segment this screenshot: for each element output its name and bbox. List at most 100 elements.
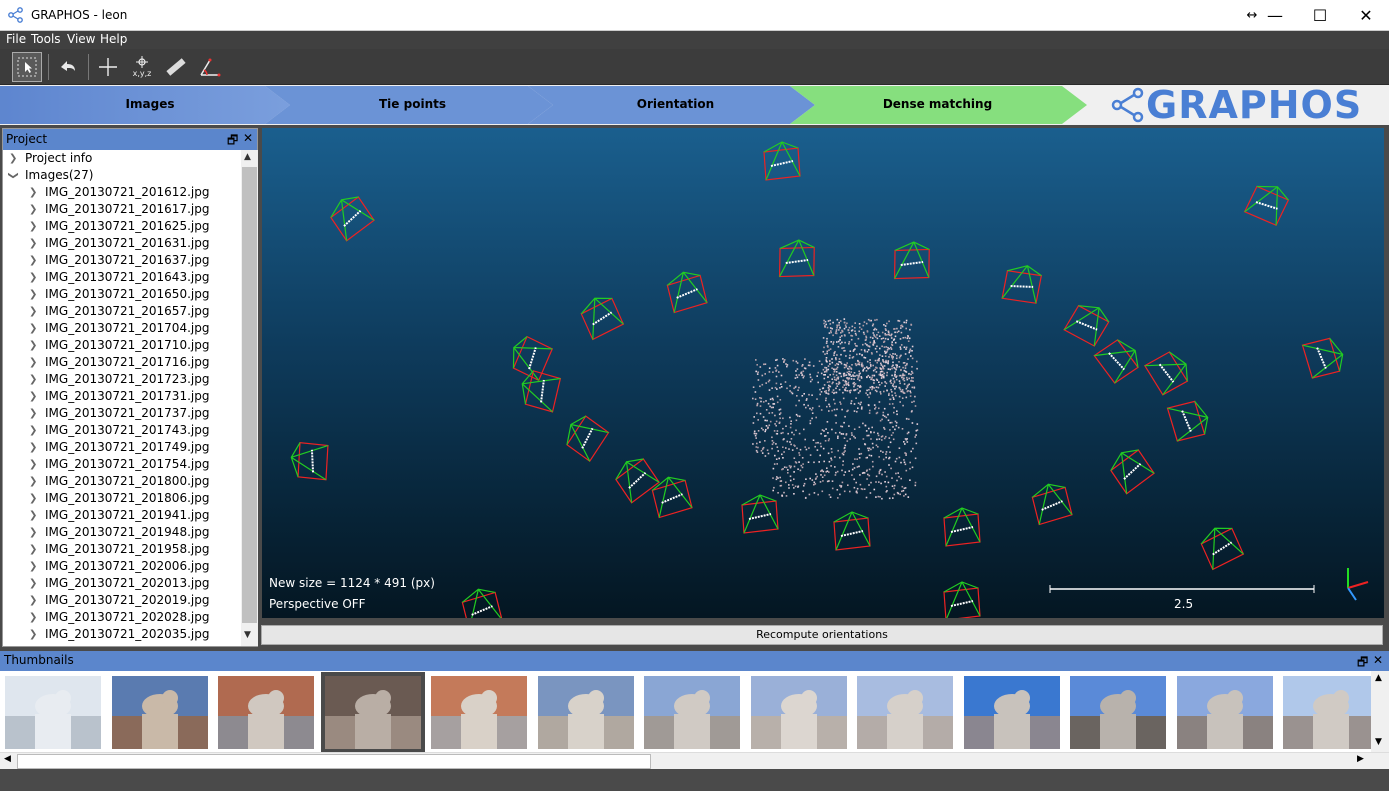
camera-frustum[interactable] bbox=[1166, 400, 1211, 442]
thumbnail-image[interactable] bbox=[1176, 676, 1273, 749]
scroll-right-icon[interactable]: ▶ bbox=[1357, 754, 1364, 764]
tree-image-item[interactable]: ❯ IMG_20130721_201650.jpg bbox=[3, 286, 241, 303]
scene-canvas[interactable] bbox=[262, 128, 1384, 631]
scroll-left-icon[interactable]: ◀ bbox=[4, 754, 11, 764]
camera-frustum[interactable] bbox=[943, 507, 981, 547]
camera-frustum[interactable] bbox=[1106, 444, 1156, 495]
menu-file[interactable]: File bbox=[6, 32, 26, 46]
camera-frustum[interactable] bbox=[516, 367, 564, 414]
camera-frustum[interactable] bbox=[763, 141, 801, 181]
menu-tools[interactable]: Tools bbox=[31, 32, 61, 46]
tree-image-item[interactable]: ❯ IMG_20130721_201800.jpg bbox=[3, 473, 241, 490]
thumbnail-vscrollbar[interactable]: ▲ ▼ bbox=[1371, 671, 1389, 752]
thumbnail-hscrollbar[interactable]: ◀ ▶ bbox=[0, 752, 1389, 769]
tree-image-item[interactable]: ❯ IMG_20130721_201731.jpg bbox=[3, 388, 241, 405]
tree-image-item[interactable]: ❯ IMG_20130721_201958.jpg bbox=[3, 541, 241, 558]
camera-frustum[interactable] bbox=[461, 586, 503, 631]
tree-images[interactable]: ❯ Images(27) bbox=[3, 167, 241, 184]
thumbnail-image[interactable] bbox=[644, 676, 740, 749]
thumbnail-image[interactable] bbox=[218, 676, 314, 749]
thumbnail-image[interactable] bbox=[750, 676, 847, 749]
step-tie-points[interactable]: Tie points bbox=[265, 97, 560, 111]
camera-frustum[interactable] bbox=[1093, 335, 1144, 385]
camera-frustum[interactable] bbox=[893, 241, 932, 282]
step-dense-matching[interactable]: Dense matching bbox=[790, 97, 1085, 111]
coordinates-button[interactable]: x,y,z bbox=[127, 52, 157, 82]
tree-image-item[interactable]: ❯ IMG_20130721_201737.jpg bbox=[3, 405, 241, 422]
tree-image-item[interactable]: ❯ IMG_20130721_201941.jpg bbox=[3, 507, 241, 524]
step-images[interactable]: Images bbox=[0, 97, 300, 111]
tree-image-item[interactable]: ❯ IMG_20130721_202006.jpg bbox=[3, 558, 241, 575]
camera-frustum[interactable] bbox=[1000, 261, 1045, 307]
tree-image-item[interactable]: ❯ IMG_20130721_202028.jpg bbox=[3, 609, 241, 626]
tree-image-item[interactable]: ❯ IMG_20130721_201806.jpg bbox=[3, 490, 241, 507]
scrollbar-thumb[interactable] bbox=[17, 754, 651, 769]
recompute-orientations-button[interactable]: Recompute orientations bbox=[261, 625, 1383, 645]
camera-frustum[interactable] bbox=[326, 191, 376, 242]
thumbnail-image[interactable] bbox=[5, 676, 101, 749]
rotate-button[interactable] bbox=[53, 52, 83, 82]
tree-image-item[interactable]: ❯ IMG_20130721_202013.jpg bbox=[3, 575, 241, 592]
tree-image-item[interactable]: ❯ IMG_20130721_201643.jpg bbox=[3, 269, 241, 286]
scroll-down-icon[interactable]: ▼ bbox=[244, 630, 251, 640]
close-panel-icon[interactable]: ✕ bbox=[243, 131, 253, 145]
thumbnail-image[interactable] bbox=[1283, 676, 1379, 749]
scroll-down-icon[interactable]: ▼ bbox=[1375, 737, 1382, 747]
tree-image-item[interactable]: ❯ IMG_20130721_201710.jpg bbox=[3, 337, 241, 354]
camera-frustum[interactable] bbox=[578, 292, 625, 341]
tree-image-item[interactable]: ❯ IMG_20130721_201749.jpg bbox=[3, 439, 241, 456]
minimize-button[interactable]: — bbox=[1252, 0, 1298, 31]
thumbnail-image[interactable] bbox=[537, 676, 634, 749]
thumbnail-image[interactable] bbox=[1070, 676, 1166, 749]
tree-image-item[interactable]: ❯ IMG_20130721_202035.jpg bbox=[3, 626, 241, 643]
camera-frustum[interactable] bbox=[559, 411, 611, 463]
thumbnail-image[interactable] bbox=[963, 676, 1060, 749]
menu-view[interactable]: View bbox=[67, 32, 95, 46]
thumbnail-image[interactable] bbox=[320, 672, 425, 753]
tree-image-item[interactable]: ❯ IMG_20130721_201612.jpg bbox=[3, 184, 241, 201]
camera-frustum[interactable] bbox=[288, 440, 332, 482]
close-panel-icon[interactable]: ✕ bbox=[1373, 653, 1383, 667]
float-panel-icon[interactable]: 🗗 bbox=[227, 131, 238, 152]
crosshair-button[interactable] bbox=[93, 52, 123, 82]
tree-image-item[interactable]: ❯ IMG_20130721_201637.jpg bbox=[3, 252, 241, 269]
tree-scrollbar[interactable]: ▲ ▼ bbox=[241, 150, 258, 646]
tree-image-item[interactable]: ❯ IMG_20130721_201617.jpg bbox=[3, 201, 241, 218]
tree-image-item[interactable]: ❯ IMG_20130721_201743.jpg bbox=[3, 422, 241, 439]
tree-image-item[interactable]: ❯ IMG_20130721_201754.jpg bbox=[3, 456, 241, 473]
menu-help[interactable]: Help bbox=[100, 32, 127, 46]
thumbnail-image[interactable] bbox=[111, 676, 208, 749]
measure-button[interactable] bbox=[161, 52, 191, 82]
point-cloud-viewer[interactable]: New size = 1124 * 491 (px) Perspective O… bbox=[262, 128, 1384, 631]
camera-frustum[interactable] bbox=[1031, 481, 1073, 526]
tree-image-item[interactable]: ❯ IMG_20130721_201723.jpg bbox=[3, 371, 241, 388]
camera-frustum[interactable] bbox=[1143, 348, 1194, 397]
camera-frustum[interactable] bbox=[1301, 337, 1346, 379]
camera-frustum[interactable] bbox=[778, 239, 817, 280]
camera-frustum[interactable] bbox=[1243, 178, 1293, 229]
angle-button[interactable] bbox=[195, 52, 225, 82]
maximize-button[interactable]: ☐ bbox=[1297, 0, 1343, 31]
tree-image-item[interactable]: ❯ IMG_20130721_201631.jpg bbox=[3, 235, 241, 252]
scrollbar-thumb[interactable] bbox=[242, 167, 257, 623]
camera-frustum[interactable] bbox=[1198, 522, 1245, 571]
thumbnail-image[interactable] bbox=[857, 676, 953, 749]
camera-frustum[interactable] bbox=[1063, 297, 1114, 349]
tree-image-item[interactable]: ❯ IMG_20130721_202019.jpg bbox=[3, 592, 241, 609]
select-tool-button[interactable] bbox=[12, 52, 42, 82]
tree-image-item[interactable]: ❯ IMG_20130721_201625.jpg bbox=[3, 218, 241, 235]
camera-frustum[interactable] bbox=[666, 269, 708, 314]
scroll-up-icon[interactable]: ▲ bbox=[244, 152, 251, 162]
camera-frustum[interactable] bbox=[833, 511, 871, 551]
tree-image-item[interactable]: ❯ IMG_20130721_201948.jpg bbox=[3, 524, 241, 541]
tree-project-info[interactable]: ❯ Project info bbox=[3, 150, 241, 167]
tree-image-item[interactable]: ❯ IMG_20130721_201657.jpg bbox=[3, 303, 241, 320]
step-orientation[interactable]: Orientation bbox=[528, 97, 823, 111]
camera-frustum[interactable] bbox=[741, 494, 779, 534]
scroll-up-icon[interactable]: ▲ bbox=[1375, 673, 1382, 683]
tree-image-item[interactable]: ❯ IMG_20130721_201704.jpg bbox=[3, 320, 241, 337]
thumbnail-image[interactable] bbox=[431, 676, 527, 749]
close-button[interactable]: ✕ bbox=[1343, 0, 1389, 31]
tree-image-item[interactable]: ❯ IMG_20130721_201716.jpg bbox=[3, 354, 241, 371]
camera-frustum[interactable] bbox=[943, 581, 981, 621]
